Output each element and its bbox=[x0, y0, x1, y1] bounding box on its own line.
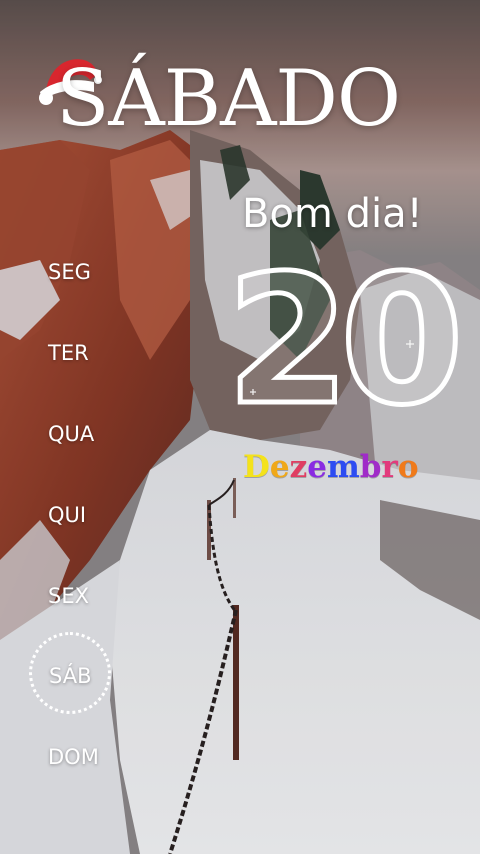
wallpaper-scene: SÁBADO Bom dia! SEG TER QUA QUI SEX SÁB … bbox=[0, 0, 480, 854]
month-letter: D bbox=[243, 449, 270, 485]
weekday-wed: QUA bbox=[48, 422, 95, 446]
weekday-fri: SEX bbox=[48, 584, 89, 608]
date-number-text: 20 bbox=[226, 262, 456, 442]
weekday-thu: QUI bbox=[48, 503, 87, 527]
weekday-sat: SÁB bbox=[49, 664, 92, 688]
month-letter: r bbox=[381, 449, 398, 485]
month-letter: o bbox=[397, 449, 419, 485]
weekday-mon: SEG bbox=[48, 260, 91, 284]
day-title: SÁBADO bbox=[56, 54, 401, 144]
date-number: 20 bbox=[224, 262, 469, 442]
month-letter: e bbox=[307, 449, 327, 485]
weekday-sun: DOM bbox=[48, 745, 99, 769]
month-letter: z bbox=[289, 449, 308, 485]
month-letter: e bbox=[269, 449, 290, 485]
month-letter: m bbox=[326, 449, 360, 485]
month-letter: b bbox=[359, 449, 382, 485]
month-name: Dezembro bbox=[243, 452, 419, 483]
greeting-text: Bom dia! bbox=[242, 191, 423, 237]
weekday-tue: TER bbox=[48, 341, 89, 365]
